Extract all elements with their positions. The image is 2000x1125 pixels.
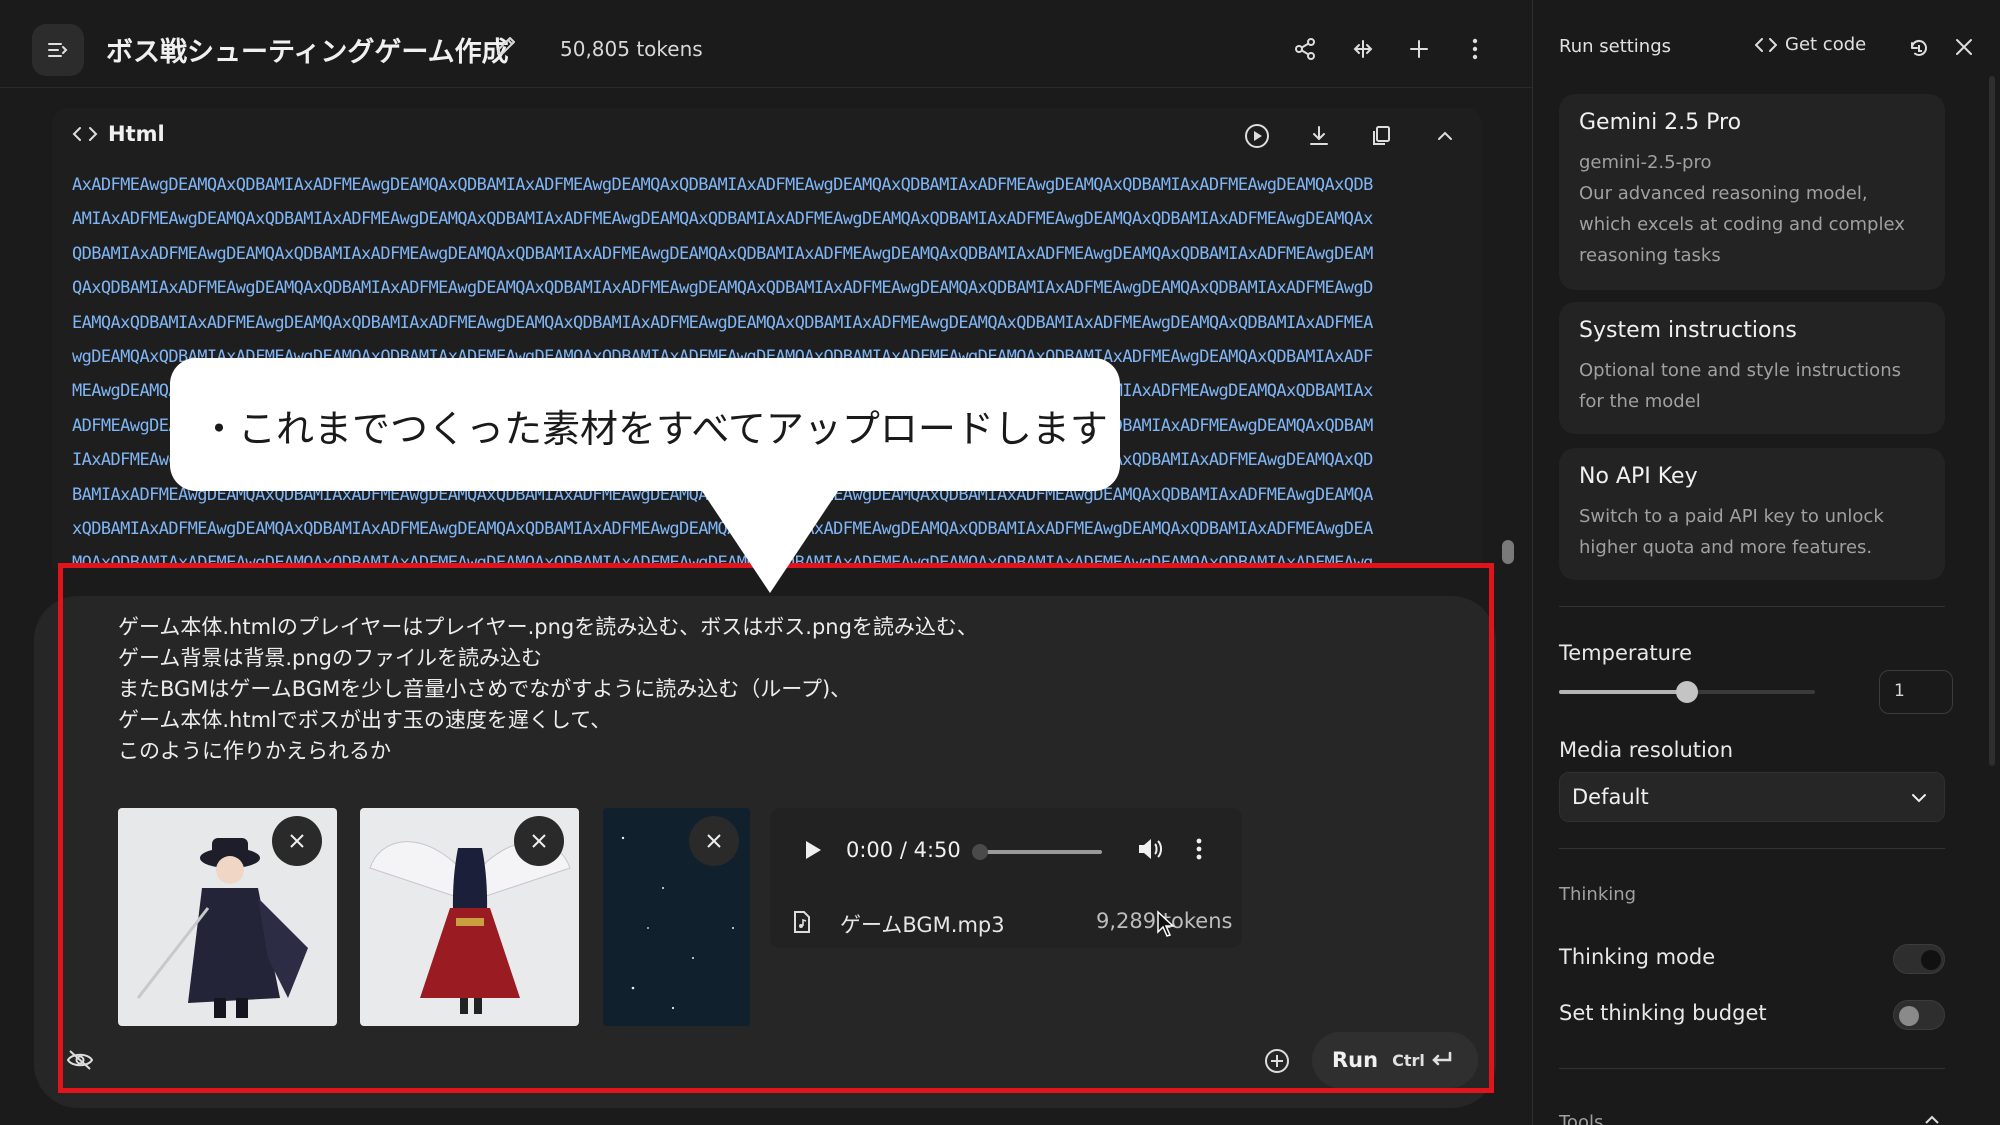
share-icon[interactable] — [1290, 34, 1320, 64]
divider — [1559, 1068, 1945, 1069]
code-icon — [1755, 37, 1777, 52]
divider — [1559, 848, 1945, 849]
reset-settings-icon[interactable] — [1907, 36, 1931, 60]
model-id: gemini-2.5-pro — [1579, 152, 1712, 173]
get-code-button[interactable]: Get code — [1755, 34, 1866, 55]
media-resolution-label: Media resolution — [1559, 738, 1733, 762]
close-panel-icon[interactable] — [1953, 36, 1975, 58]
code-language-text: Html — [108, 122, 165, 146]
edit-title-icon[interactable] — [494, 34, 518, 58]
thinking-budget-label: Set thinking budget — [1559, 1001, 1767, 1025]
model-description: Our advanced reasoning model, which exce… — [1579, 183, 1905, 266]
temperature-slider-fill — [1559, 690, 1687, 694]
temperature-slider-knob[interactable] — [1676, 681, 1698, 703]
menu-icon — [47, 41, 69, 59]
code-brackets-icon — [72, 126, 98, 142]
prompt-title[interactable]: ボス戦シューティングゲーム作成 — [106, 30, 509, 69]
chevron-up-icon[interactable] — [1923, 1114, 1941, 1124]
more-options-icon[interactable] — [1460, 34, 1490, 64]
top-bar: ボス戦シューティングゲーム作成 50,805 tokens — [0, 0, 1532, 88]
code-line: AxADFMEAwgDEAMQAxQDBAMIAxADFMEAwgDEAMQAx… — [72, 175, 1373, 195]
run-settings-panel: Run settings Get code Gemini 2.5 Pro gem… — [1532, 0, 2000, 1125]
code-line: EAMQAxQDBAMIAxADFMEAwgDEAMQAxQDBAMIAxADF… — [72, 312, 1373, 333]
run-code-icon[interactable] — [1244, 123, 1270, 149]
settings-scrollbar[interactable] — [1989, 76, 1995, 766]
sidebar-toggle-button[interactable] — [32, 24, 84, 76]
code-line: AMIAxADFMEAwgDEAMQAxQDBAMIAxADFMEAwgDEAM… — [72, 209, 1373, 230]
annotation-callout: ・これまでつくった素材をすべてアップロードします — [170, 358, 1120, 491]
thinking-budget-toggle-knob — [1899, 1006, 1919, 1026]
thinking-mode-toggle-knob — [1921, 950, 1941, 970]
chevron-down-icon — [1910, 789, 1928, 807]
collapse-icon[interactable] — [1432, 123, 1458, 149]
token-count: 50,805 tokens — [560, 37, 703, 61]
thinking-section-label: Thinking — [1559, 884, 1637, 905]
code-scrollbar-track[interactable] — [1502, 120, 1510, 570]
copy-icon[interactable] — [1368, 123, 1394, 149]
code-scrollbar-thumb[interactable] — [1502, 540, 1514, 564]
highlight-box — [58, 563, 1494, 1093]
system-instructions-card[interactable]: System instructions Optional tone and st… — [1559, 302, 1945, 434]
tools-section-label[interactable]: Tools — [1559, 1112, 1603, 1125]
thinking-budget-toggle[interactable] — [1893, 1000, 1945, 1030]
model-name: Gemini 2.5 Pro — [1579, 110, 1742, 135]
media-resolution-value: Default — [1572, 785, 1649, 809]
code-line: QAxQDBAMIAxADFMEAwgDEAMQAxQDBAMIAxADFMEA… — [72, 278, 1373, 299]
app-root: ボス戦シューティングゲーム作成 50,805 tokens Html AxADF… — [0, 0, 2000, 1125]
new-chat-icon[interactable] — [1404, 34, 1434, 64]
callout-text: ・これまでつくった素材をすべてアップロードします — [200, 407, 1108, 451]
api-key-card[interactable]: No API Key Switch to a paid API key to u… — [1559, 448, 1945, 580]
callout-tail — [700, 488, 840, 593]
temperature-input[interactable]: 1 — [1879, 670, 1953, 714]
thinking-mode-label: Thinking mode — [1559, 945, 1716, 969]
compare-icon[interactable] — [1348, 34, 1378, 64]
download-icon[interactable] — [1306, 123, 1332, 149]
divider — [1559, 606, 1945, 607]
api-key-title: No API Key — [1579, 464, 1698, 489]
get-code-label: Get code — [1785, 34, 1867, 55]
code-block-header: Html — [52, 108, 1482, 160]
api-key-description: Switch to a paid API key to unlock highe… — [1579, 506, 1884, 558]
code-line: QDBAMIAxADFMEAwgDEAMQAxQDBAMIAxADFMEAwgD… — [72, 243, 1373, 264]
media-resolution-select[interactable]: Default — [1559, 772, 1945, 822]
run-settings-title: Run settings — [1559, 36, 1672, 57]
system-instructions-title: System instructions — [1579, 318, 1797, 343]
temperature-label: Temperature — [1559, 641, 1693, 665]
model-selector-card[interactable]: Gemini 2.5 Pro gemini-2.5-pro Our advanc… — [1559, 94, 1945, 290]
system-instructions-description: Optional tone and style instructions for… — [1579, 360, 1901, 412]
thinking-mode-toggle[interactable] — [1893, 944, 1945, 974]
code-language-label: Html — [72, 122, 165, 146]
